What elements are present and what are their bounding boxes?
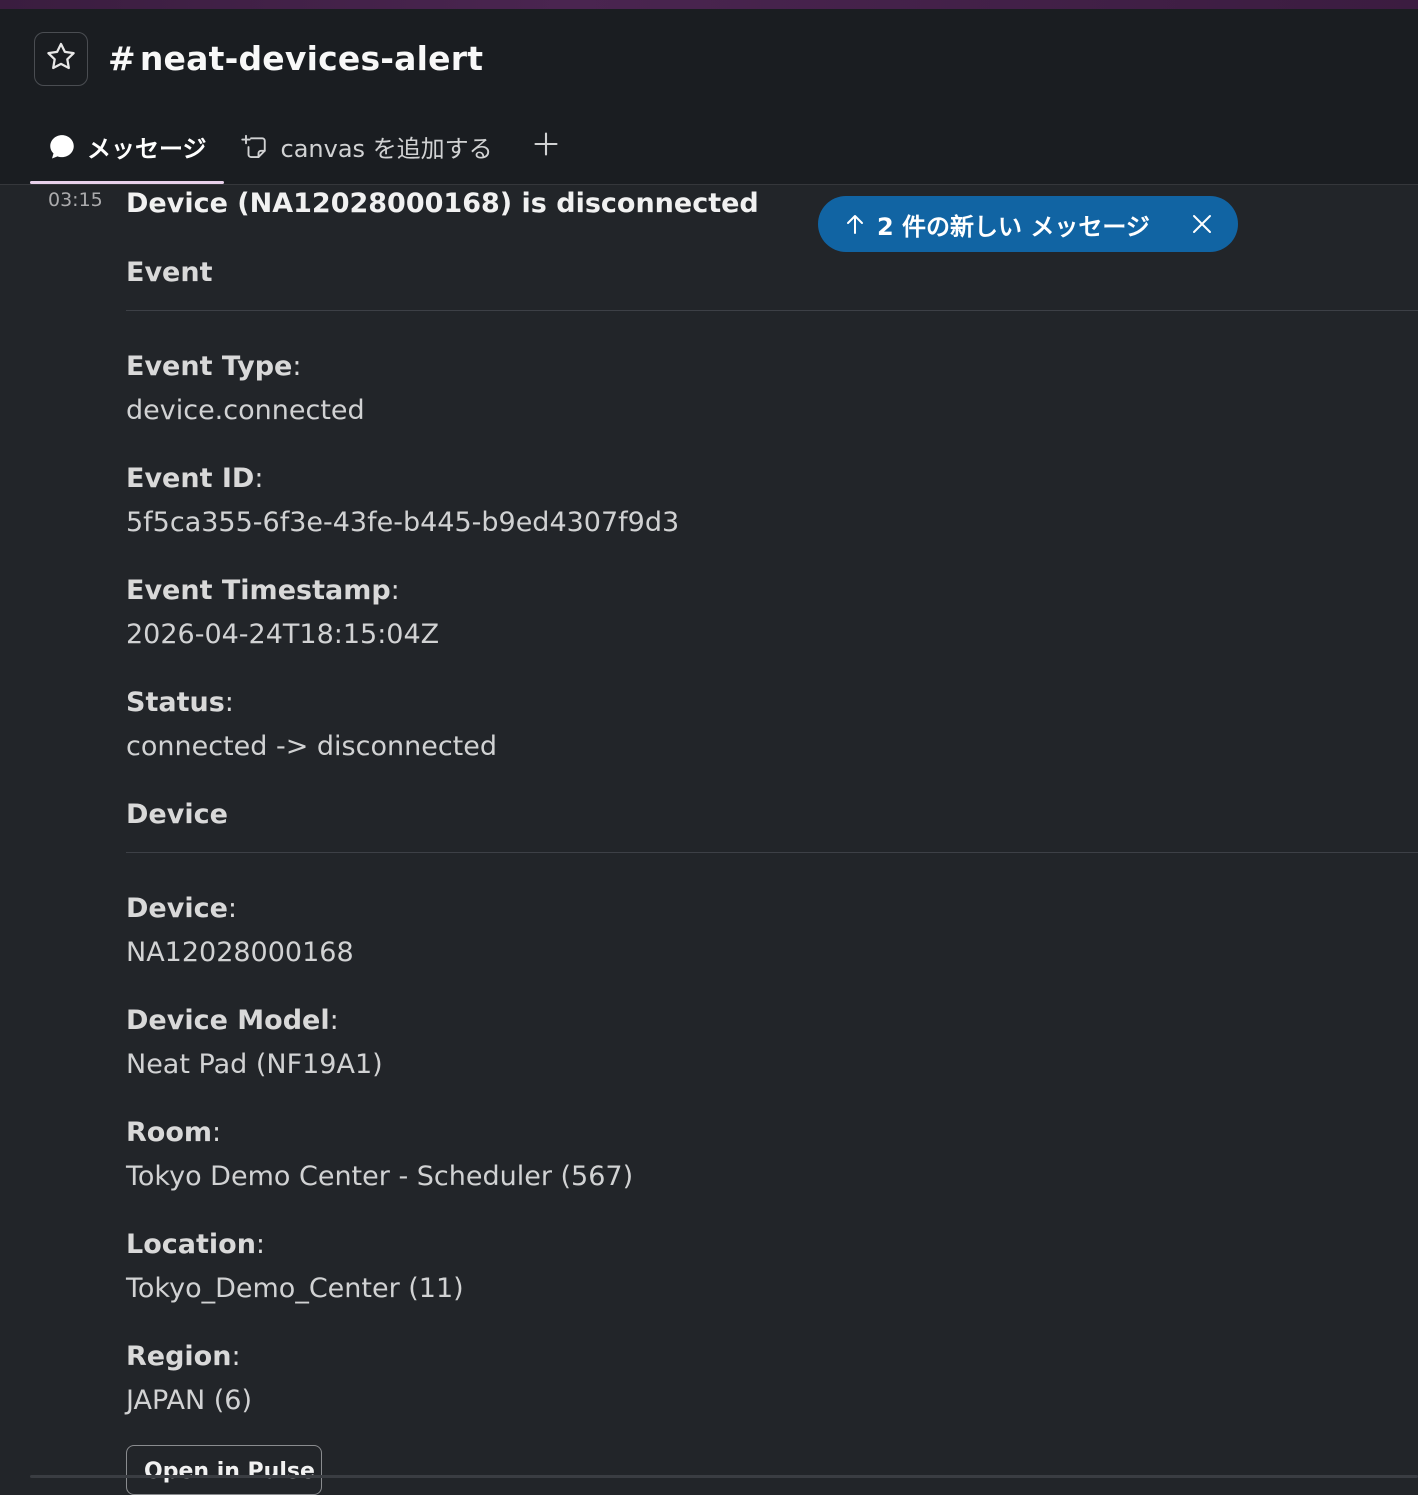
- field-label: Status:: [126, 687, 234, 718]
- field-value-region: JAPAN (6): [126, 1385, 253, 1416]
- label-colon: :: [212, 1117, 222, 1148]
- plus-icon: [532, 130, 560, 164]
- field-label: Location:: [126, 1229, 265, 1260]
- field-label-region: Region: [126, 1341, 232, 1372]
- field-label: Event Type:: [126, 351, 301, 382]
- field-label: Room:: [126, 1117, 221, 1148]
- channel-header: # neat-devices-alert メッセージ canvas を追加する: [0, 9, 1418, 185]
- field-value-event-id: 5f5ca355-6f3e-43fe-b445-b9ed4307f9d3: [126, 507, 680, 538]
- field-label: Region:: [126, 1341, 241, 1372]
- field-value-event-timestamp: 2026-04-24T18:15:04Z: [126, 619, 440, 650]
- channel-tabs: メッセージ canvas を追加する: [30, 119, 582, 184]
- field-value-status: connected -> disconnected: [126, 731, 497, 762]
- field-label: Device Model:: [126, 1005, 339, 1036]
- open-in-pulse-button[interactable]: Open in Pulse: [126, 1445, 322, 1495]
- canvas-add-icon: [240, 132, 271, 162]
- section-divider: [126, 310, 1418, 311]
- label-colon: :: [224, 687, 234, 718]
- label-colon: :: [254, 463, 264, 494]
- field-label: Event Timestamp:: [126, 575, 400, 606]
- tab-add-canvas[interactable]: canvas を追加する: [224, 119, 510, 174]
- label-colon: :: [329, 1005, 339, 1036]
- section-divider: [126, 852, 1418, 853]
- field-label-location: Location: [126, 1229, 256, 1260]
- new-messages-label: 2 件の新しい メッセージ: [877, 212, 1150, 241]
- field-label-event-id: Event ID: [126, 463, 255, 494]
- close-icon[interactable]: [1190, 212, 1214, 236]
- star-icon: [44, 40, 78, 78]
- channel-name: neat-devices-alert: [139, 39, 484, 78]
- tab-add-canvas-label: canvas を追加する: [280, 135, 493, 163]
- field-label-event-timestamp: Event Timestamp: [126, 575, 391, 606]
- label-colon: :: [390, 575, 400, 606]
- label-colon: :: [227, 893, 238, 924]
- field-label: Event ID:: [126, 463, 263, 494]
- field-value-device-model: Neat Pad (NF19A1): [126, 1049, 383, 1080]
- field-value-event-type: device.connected: [126, 395, 365, 426]
- section-event-heading: Event: [126, 257, 213, 288]
- tab-messages-label: メッセージ: [87, 135, 207, 163]
- field-value-room: Tokyo Demo Center - Scheduler (567): [126, 1161, 634, 1192]
- label-colon: :: [231, 1341, 241, 1372]
- section-device-heading: Device: [126, 799, 228, 830]
- channel-title[interactable]: # neat-devices-alert: [108, 39, 483, 78]
- window-top-strip: [0, 0, 1418, 9]
- channel-hash: #: [108, 39, 136, 78]
- add-tab-button[interactable]: [510, 119, 582, 174]
- message-title: Device (NA12028000168) is disconnected: [126, 188, 759, 219]
- tab-messages[interactable]: メッセージ: [30, 119, 224, 184]
- arrow-up-icon: [845, 213, 865, 235]
- label-colon: :: [255, 1229, 266, 1260]
- field-label-event-type: Event Type: [126, 351, 293, 382]
- field-label-status: Status: [126, 687, 225, 718]
- label-colon: :: [292, 351, 302, 382]
- new-messages-banner[interactable]: 2 件の新しい メッセージ: [818, 196, 1238, 252]
- field-label: Device:: [126, 893, 237, 924]
- field-value-location: Tokyo_Demo_Center (11): [126, 1273, 464, 1304]
- field-label-room: Room: [126, 1117, 213, 1148]
- star-channel-button[interactable]: [34, 32, 88, 86]
- field-label-device-model: Device Model: [126, 1005, 330, 1036]
- message-timestamp[interactable]: 03:15: [48, 189, 103, 211]
- field-label-device: Device: [126, 893, 228, 924]
- chat-bubble-icon: [47, 132, 77, 162]
- field-value-device: NA12028000168: [126, 937, 354, 968]
